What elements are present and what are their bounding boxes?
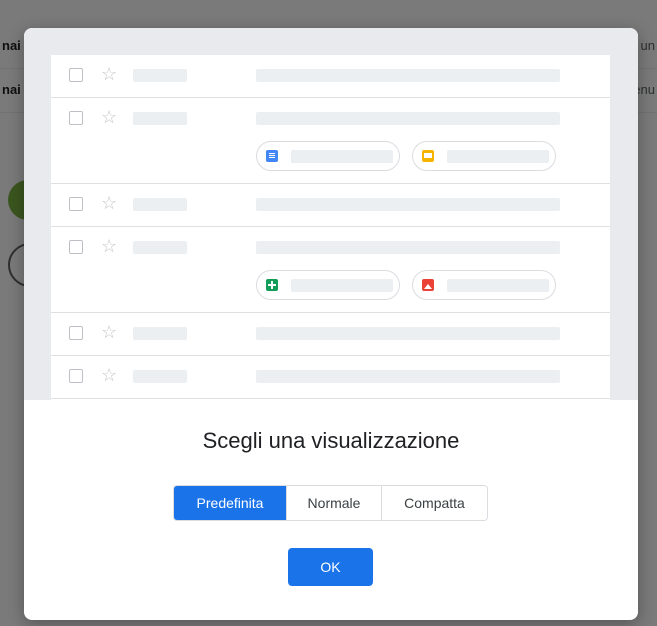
sender-placeholder xyxy=(133,327,187,340)
subject-placeholder xyxy=(256,370,560,383)
preview-mail-list: ☆ ☆ ☆ ☆ ☆ ☆ xyxy=(51,55,610,400)
slides-icon xyxy=(422,150,434,162)
subject-placeholder xyxy=(256,327,560,340)
preview-mail-row: ☆ xyxy=(51,55,610,98)
sheets-icon xyxy=(266,279,278,291)
subject-placeholder xyxy=(256,112,560,125)
option-predefinita[interactable]: Predefinita xyxy=(174,486,287,520)
star-icon: ☆ xyxy=(101,193,118,213)
checkbox-icon xyxy=(69,326,83,340)
attachment-name-placeholder xyxy=(291,279,393,292)
checkbox-icon xyxy=(69,197,83,211)
sender-placeholder xyxy=(133,370,187,383)
star-icon: ☆ xyxy=(101,107,118,127)
sender-placeholder xyxy=(133,69,187,82)
star-icon: ☆ xyxy=(101,236,118,256)
attachment-name-placeholder xyxy=(291,150,393,163)
checkbox-icon xyxy=(69,369,83,383)
density-selector: Predefinita Normale Compatta xyxy=(173,485,488,521)
preview-mail-row: ☆ xyxy=(51,98,610,184)
attachment-chip xyxy=(256,270,400,300)
checkbox-icon xyxy=(69,68,83,82)
star-icon: ☆ xyxy=(101,322,118,342)
star-icon: ☆ xyxy=(101,365,118,385)
star-icon: ☆ xyxy=(101,64,118,84)
sender-placeholder xyxy=(133,112,187,125)
subject-placeholder xyxy=(256,69,560,82)
attachment-name-placeholder xyxy=(447,279,549,292)
doc-icon xyxy=(266,150,278,162)
subject-placeholder xyxy=(256,198,560,211)
checkbox-icon xyxy=(69,240,83,254)
ok-button[interactable]: OK xyxy=(288,548,373,586)
attachment-chip xyxy=(256,141,400,171)
checkbox-icon xyxy=(69,111,83,125)
option-normale[interactable]: Normale xyxy=(287,486,382,520)
option-compatta[interactable]: Compatta xyxy=(382,486,487,520)
subject-placeholder xyxy=(256,241,560,254)
preview-mail-row: ☆ xyxy=(51,227,610,313)
attachment-name-placeholder xyxy=(447,150,549,163)
sender-placeholder xyxy=(133,241,187,254)
preview-area: ☆ ☆ ☆ ☆ ☆ ☆ xyxy=(24,28,638,400)
preview-mail-row: ☆ xyxy=(51,356,610,399)
attachment-chip xyxy=(412,270,556,300)
dialog-title: Scegli una visualizzazione xyxy=(202,428,460,453)
sender-placeholder xyxy=(133,198,187,211)
attachment-chip xyxy=(412,141,556,171)
image-icon xyxy=(422,279,434,291)
preview-mail-row: ☆ xyxy=(51,184,610,227)
density-dialog: ☆ ☆ ☆ ☆ ☆ ☆ Scegli una visualizzazione P… xyxy=(24,28,638,620)
preview-mail-row: ☆ xyxy=(51,313,610,356)
